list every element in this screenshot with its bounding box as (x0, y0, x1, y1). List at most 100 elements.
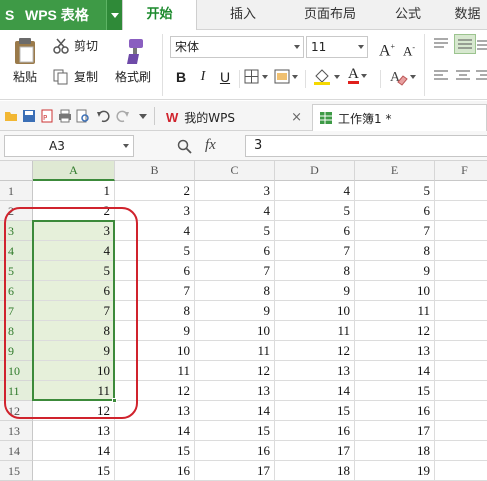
undo-icon[interactable] (96, 109, 110, 123)
cell-d15[interactable]: 18 (275, 461, 355, 481)
cell-d11[interactable]: 14 (275, 381, 355, 401)
cell-e12[interactable]: 16 (355, 401, 435, 421)
cell-d10[interactable]: 13 (275, 361, 355, 381)
cell-c14[interactable]: 16 (195, 441, 275, 461)
align-bottom-button[interactable] (476, 36, 487, 52)
cell-f1[interactable] (435, 181, 487, 201)
align-left-button[interactable] (432, 68, 450, 84)
cell-c1[interactable]: 3 (195, 181, 275, 201)
tab-my-wps[interactable]: W 我的WPS × (160, 104, 308, 131)
cell-b5[interactable]: 6 (115, 261, 195, 281)
zoom-icon[interactable] (177, 139, 193, 155)
row-header[interactable]: 13 (0, 421, 33, 441)
cell-b14[interactable]: 15 (115, 441, 195, 461)
cell-b8[interactable]: 9 (115, 321, 195, 341)
tab-workbook1[interactable]: 工作簿1 * (312, 104, 487, 131)
cell-d9[interactable]: 12 (275, 341, 355, 361)
cell-b9[interactable]: 10 (115, 341, 195, 361)
font-size-select[interactable]: 11 (306, 36, 368, 58)
column-header-b[interactable]: B (115, 161, 195, 181)
row-header[interactable]: 15 (0, 461, 33, 481)
cell-b2[interactable]: 3 (115, 201, 195, 221)
cell-c4[interactable]: 6 (195, 241, 275, 261)
cell-d5[interactable]: 8 (275, 261, 355, 281)
name-box[interactable]: A3 (4, 135, 134, 157)
row-header[interactable]: 8 (0, 321, 33, 341)
tab-formulas[interactable]: 公式 (383, 0, 433, 30)
cell-b15[interactable]: 16 (115, 461, 195, 481)
fill-handle[interactable] (112, 398, 117, 403)
cell-a6[interactable]: 6 (33, 281, 115, 301)
tab-home[interactable]: 开始 (122, 0, 197, 31)
cell-d4[interactable]: 7 (275, 241, 355, 261)
cell-d6[interactable]: 9 (275, 281, 355, 301)
cell-d1[interactable]: 4 (275, 181, 355, 201)
cell-a2[interactable]: 2 (33, 201, 115, 221)
clear-format-button[interactable]: A (388, 68, 418, 86)
tab-page-layout[interactable]: 页面布局 (290, 0, 370, 30)
cell-f13[interactable] (435, 421, 487, 441)
cell-e15[interactable]: 19 (355, 461, 435, 481)
cell-b10[interactable]: 11 (115, 361, 195, 381)
cell-e2[interactable]: 6 (355, 201, 435, 221)
row-header[interactable]: 10 (0, 361, 33, 381)
redo-icon[interactable] (116, 109, 130, 123)
cell-f6[interactable] (435, 281, 487, 301)
column-header-d[interactable]: D (275, 161, 355, 181)
copy-button[interactable]: 复制 (52, 68, 98, 85)
cell-b6[interactable]: 7 (115, 281, 195, 301)
cell-d8[interactable]: 11 (275, 321, 355, 341)
font-name-select[interactable]: 宋体 (170, 36, 304, 58)
cell-f7[interactable] (435, 301, 487, 321)
row-header[interactable]: 3 (0, 221, 33, 241)
cell-e14[interactable]: 18 (355, 441, 435, 461)
cell-a7[interactable]: 7 (33, 301, 115, 321)
cell-d13[interactable]: 16 (275, 421, 355, 441)
cell-e3[interactable]: 7 (355, 221, 435, 241)
cell-c10[interactable]: 12 (195, 361, 275, 381)
cell-c6[interactable]: 8 (195, 281, 275, 301)
cell-b4[interactable]: 5 (115, 241, 195, 261)
align-middle-button[interactable] (454, 34, 476, 54)
cell-e13[interactable]: 17 (355, 421, 435, 441)
cell-f8[interactable] (435, 321, 487, 341)
cell-c9[interactable]: 11 (195, 341, 275, 361)
cell-e7[interactable]: 11 (355, 301, 435, 321)
grow-font-button[interactable]: A+ (378, 37, 396, 59)
cell-f14[interactable] (435, 441, 487, 461)
tab-insert[interactable]: 插入 (213, 0, 273, 30)
cell-f10[interactable] (435, 361, 487, 381)
column-header-a[interactable]: A (33, 161, 115, 181)
row-header[interactable]: 6 (0, 281, 33, 301)
open-folder-icon[interactable] (4, 109, 18, 123)
cell-a1[interactable]: 1 (33, 181, 115, 201)
row-header[interactable]: 2 (0, 201, 33, 221)
cell-f2[interactable] (435, 201, 487, 221)
fx-insert-function-button[interactable]: fx (205, 137, 216, 154)
app-menu-dropdown-icon[interactable] (106, 0, 122, 30)
cell-e4[interactable]: 8 (355, 241, 435, 261)
cell-c11[interactable]: 13 (195, 381, 275, 401)
cell-c5[interactable]: 7 (195, 261, 275, 281)
cell-c8[interactable]: 10 (195, 321, 275, 341)
cell-b1[interactable]: 2 (115, 181, 195, 201)
cell-f3[interactable] (435, 221, 487, 241)
cell-a9[interactable]: 9 (33, 341, 115, 361)
row-header[interactable]: 1 (0, 181, 33, 201)
bold-button[interactable]: B (172, 67, 190, 87)
print-preview-icon[interactable] (76, 109, 90, 123)
cell-d2[interactable]: 5 (275, 201, 355, 221)
cell-e10[interactable]: 14 (355, 361, 435, 381)
cell-c13[interactable]: 15 (195, 421, 275, 441)
customize-toolbar-icon[interactable] (136, 109, 150, 123)
align-top-button[interactable] (432, 36, 450, 52)
cut-button[interactable]: 剪切 (52, 37, 98, 54)
align-right-button[interactable] (476, 68, 487, 84)
cell-d12[interactable]: 15 (275, 401, 355, 421)
row-header[interactable]: 9 (0, 341, 33, 361)
cell-a11[interactable]: 11 (33, 381, 115, 401)
cell-f15[interactable] (435, 461, 487, 481)
cell-a10[interactable]: 10 (33, 361, 115, 381)
row-header[interactable]: 11 (0, 381, 33, 401)
cell-f4[interactable] (435, 241, 487, 261)
